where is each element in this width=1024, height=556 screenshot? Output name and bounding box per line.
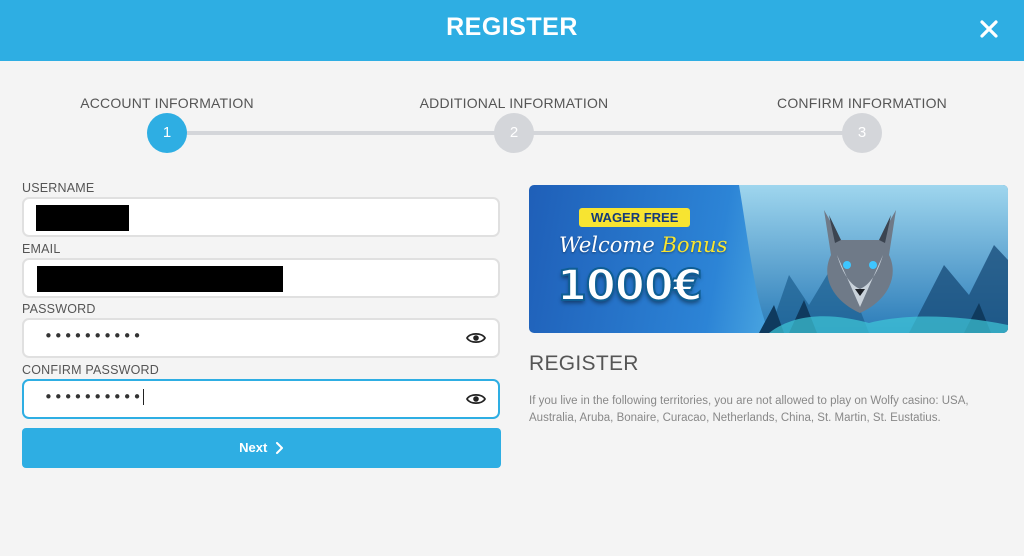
password-value: ••••••••••	[44, 327, 143, 345]
welcome-word: Welcome	[559, 233, 655, 257]
promo-banner[interactable]: WAGER FREE Welcome Bonus 1000€	[529, 185, 1008, 333]
confirm-password-value: ••••••••••	[44, 388, 145, 406]
text-caret	[143, 389, 145, 405]
step-1-indicator: 1	[147, 113, 187, 153]
step-label-account: ACCOUNT INFORMATION	[80, 95, 254, 111]
wolf-illustration	[739, 185, 1008, 333]
redacted-value	[37, 266, 283, 292]
next-button[interactable]: Next	[22, 428, 501, 468]
password-field[interactable]: ••••••••••	[22, 318, 500, 358]
restricted-territories-text: If you live in the following territories…	[529, 395, 969, 424]
email-field[interactable]	[22, 258, 500, 298]
chevron-right-icon	[275, 442, 283, 454]
username-field[interactable]	[22, 197, 500, 237]
step-connector	[167, 131, 514, 135]
next-button-label: Next	[239, 440, 268, 455]
confirm-password-field[interactable]: ••••••••••	[22, 379, 500, 419]
step-3-indicator: 3	[842, 113, 882, 153]
email-label: EMAIL	[22, 242, 61, 256]
step-2-indicator: 2	[494, 113, 534, 153]
info-title: REGISTER	[529, 352, 639, 375]
welcome-bonus-text: Welcome Bonus	[559, 233, 727, 257]
eye-icon[interactable]	[466, 331, 486, 345]
wager-free-badge: WAGER FREE	[579, 208, 691, 227]
username-label: USERNAME	[22, 181, 95, 195]
password-label: PASSWORD	[22, 302, 96, 316]
progress-stepper: ACCOUNT INFORMATION ADDITIONAL INFORMATI…	[0, 0, 1024, 160]
step-label-confirm: CONFIRM INFORMATION	[777, 95, 947, 111]
bonus-word: Bonus	[661, 233, 728, 257]
confirm-password-label: CONFIRM PASSWORD	[22, 363, 159, 377]
eye-icon[interactable]	[466, 392, 486, 406]
step-connector	[514, 131, 862, 135]
redacted-value	[36, 205, 129, 231]
step-label-additional: ADDITIONAL INFORMATION	[419, 95, 609, 111]
bonus-amount: 1000€	[556, 260, 704, 312]
